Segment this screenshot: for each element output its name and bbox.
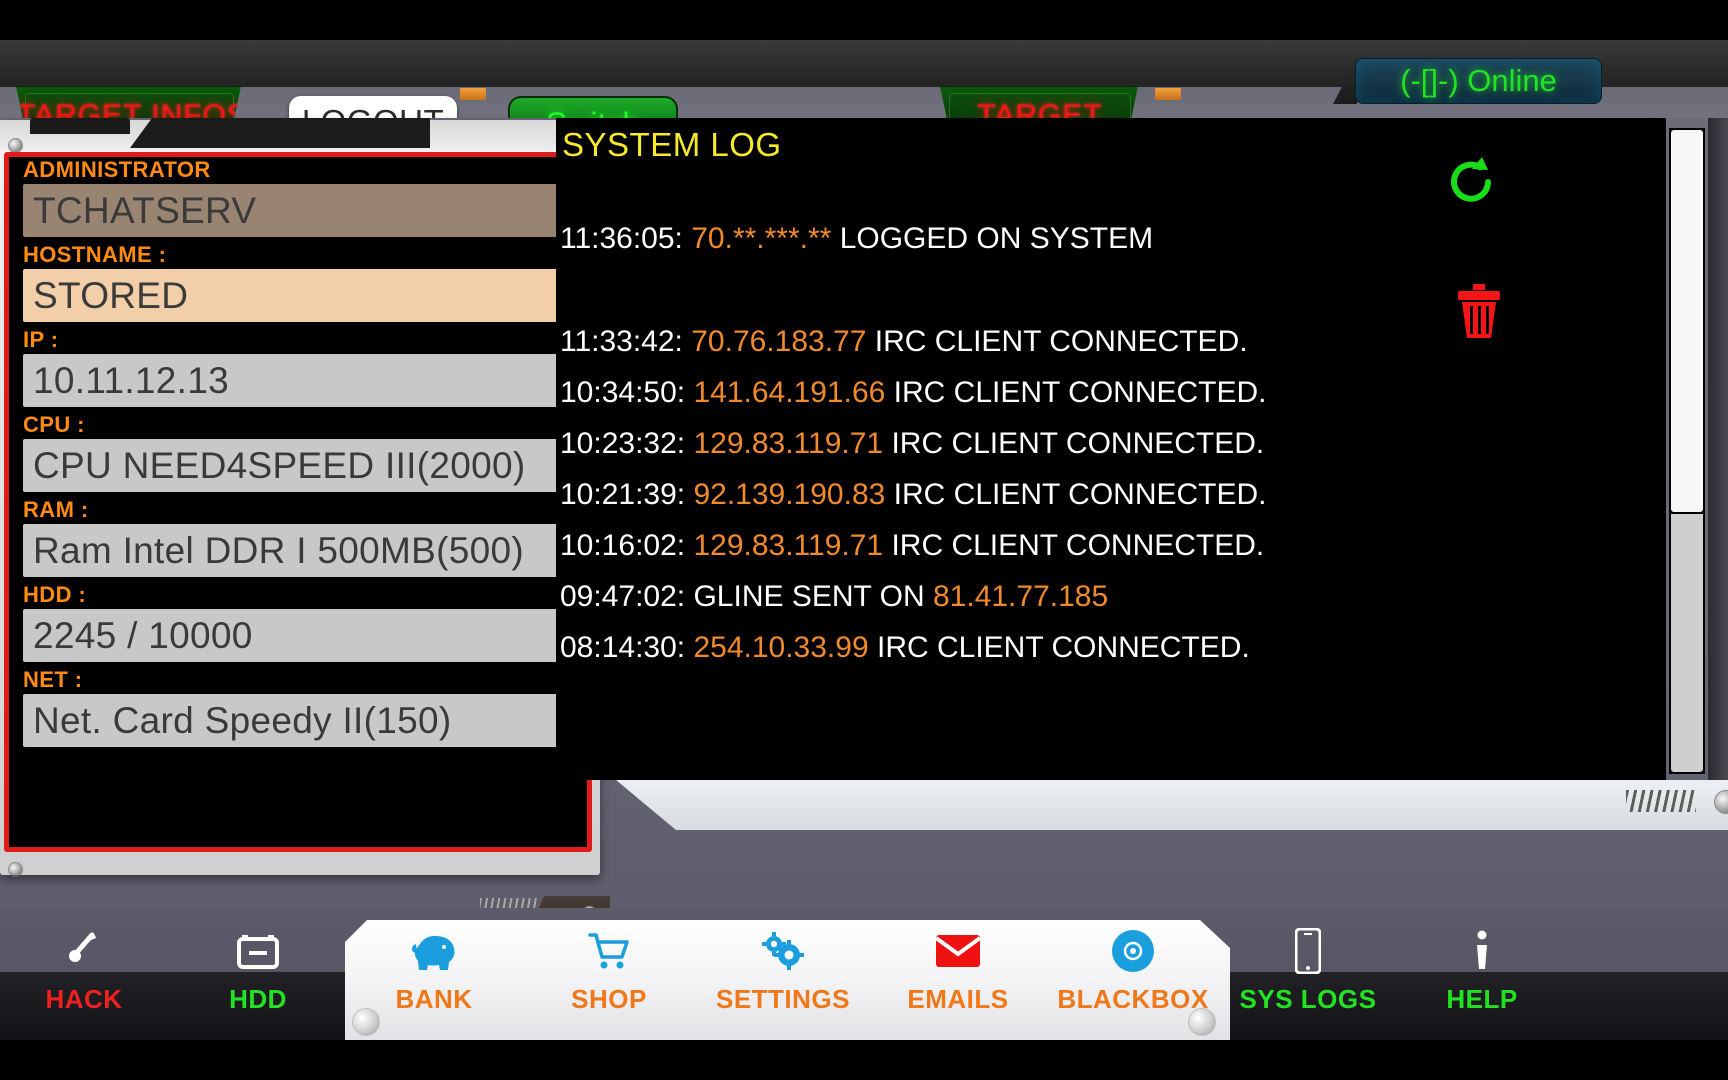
envelope-icon	[878, 928, 1038, 974]
target-info-value[interactable]: CPU NEED4SPEED III(2000)	[23, 439, 573, 492]
log-entry-message: IRC CLIENT CONNECTED.	[893, 478, 1267, 511]
log-entry-time: 11:33:42:	[560, 325, 683, 358]
target-info-value[interactable]: TCHATSERV	[23, 184, 573, 237]
nav-item-label: BLACKBOX	[1057, 984, 1209, 1014]
log-entry-message: IRC CLIENT CONNECTED.	[891, 427, 1265, 460]
rail-nub	[460, 88, 486, 100]
log-entry: 10:34:50: 141.64.191.66 IRC CLIENT CONNE…	[560, 367, 1560, 418]
nav-item-label: SETTINGS	[715, 984, 850, 1014]
nav-item-label: HACK	[45, 984, 123, 1014]
target-info-label: ADMINISTRATOR	[23, 157, 211, 182]
nav-item-blackbox[interactable]: BLACKBOX	[1053, 928, 1213, 1015]
target-info-label: HOSTNAME :	[23, 242, 167, 267]
nav-item-label: SYS LOGS	[1239, 984, 1377, 1014]
wrench-icon	[4, 928, 164, 974]
log-entry-message: IRC CLIENT CONNECTED.	[876, 631, 1250, 664]
log-entry-message: IRC CLIENT CONNECTED.	[893, 376, 1267, 409]
device-screw	[8, 862, 23, 877]
nav-item-label: SHOP	[571, 984, 647, 1014]
phone-icon	[1228, 928, 1388, 974]
device-angle-trim	[130, 118, 430, 148]
nav-item-label: HELP	[1446, 984, 1518, 1014]
log-entry-ip: 141.64.191.66	[693, 376, 886, 409]
drive-icon	[178, 928, 338, 974]
trash-icon[interactable]	[1456, 283, 1502, 341]
log-entry-time: 10:21:39:	[560, 478, 686, 511]
system-log-entries: 11:36:05: 70.**.***.** LOGGED ON SYSTEM 1…	[560, 213, 1560, 673]
target-info-value[interactable]: Net. Card Speedy II(150)	[23, 694, 573, 747]
log-entry-ip: 129.83.119.71	[693, 427, 884, 460]
log-panel-vent	[1626, 790, 1696, 812]
log-panel-right-edge	[1708, 118, 1728, 808]
online-status-badge[interactable]: (-[]-) Online	[1355, 58, 1602, 104]
disc-icon	[1053, 928, 1213, 974]
log-entry-time: 10:23:32:	[560, 427, 686, 460]
top-toolbar: TARGET INFOS LOGOUT Switch TARGET (-[]-)…	[0, 40, 1728, 152]
log-panel-bottom-chrome	[556, 780, 1728, 830]
log-entry-ip: 92.139.190.83	[693, 478, 886, 511]
log-entry: 11:33:42: 70.76.183.77 IRC CLIENT CONNEC…	[560, 316, 1560, 367]
log-entry-message: LOGGED ON SYSTEM	[839, 222, 1154, 255]
nav-item-hack[interactable]: HACK	[4, 928, 164, 1015]
nav-item-emails[interactable]: EMAILS	[878, 928, 1038, 1015]
nav-item-settings[interactable]: SETTINGS	[703, 928, 863, 1015]
screen-letterbox-top	[0, 0, 1728, 40]
target-info-value[interactable]: Ram Intel DDR I 500MB(500)	[23, 524, 573, 577]
log-entry: 09:47:02: GLINE SENT ON 81.41.77.185	[560, 571, 1560, 622]
target-info-value[interactable]: STORED	[23, 269, 573, 322]
system-log-scrollbar-thumb[interactable]	[1671, 130, 1703, 512]
target-info-card: ADMINISTRATOR TCHATSERV HOSTNAME : STORED IP…	[4, 152, 592, 852]
cart-icon	[529, 928, 689, 974]
log-entry-message: IRC CLIENT CONNECTED.	[891, 529, 1265, 562]
system-log-panel: SYSTEM LOG 11:36:05: 70.**.***.** LOGGED…	[556, 118, 1728, 908]
nav-item-label: EMAILS	[907, 984, 1009, 1014]
nav-item-label: BANK	[395, 984, 473, 1014]
nav-item-label: HDD	[229, 984, 287, 1014]
bottom-toolbar: HACK HDD BANK SHOP SETTINGS EMAILS BLACKBOX SYS…	[0, 908, 1728, 1055]
online-status-label: (-[]-) Online	[1400, 63, 1557, 98]
log-entry: 10:21:39: 92.139.190.83 IRC CLIENT CONNE…	[560, 469, 1560, 520]
log-entry-time: 10:16:02:	[560, 529, 686, 562]
log-entry: 10:16:02: 129.83.119.71 IRC CLIENT CONNE…	[560, 520, 1560, 571]
gears-icon	[703, 928, 863, 974]
target-info-label: NET :	[23, 667, 83, 692]
target-info-label: CPU :	[23, 412, 85, 437]
log-entry: 10:23:32: 129.83.119.71 IRC CLIENT CONNE…	[560, 418, 1560, 469]
target-info-label: HDD :	[23, 582, 87, 607]
log-entry: 08:14:30: 254.10.33.99 IRC CLIENT CONNEC…	[560, 622, 1560, 673]
nav-item-hdd[interactable]: HDD	[178, 928, 338, 1015]
system-log-screen: SYSTEM LOG 11:36:05: 70.**.***.** LOGGED…	[556, 118, 1705, 780]
nav-item-help[interactable]: HELP	[1402, 928, 1562, 1015]
log-entry-message: GLINE SENT ON	[693, 580, 925, 613]
piggybank-icon	[354, 928, 514, 974]
log-entry-time: 10:34:50:	[560, 376, 686, 409]
nav-item-bank[interactable]: BANK	[354, 928, 514, 1015]
log-entry-ip: 129.83.119.71	[693, 529, 884, 562]
device-screw	[8, 138, 23, 153]
target-info-value[interactable]: 10.11.12.13	[23, 354, 573, 407]
system-log-scrollbar-lower[interactable]	[1671, 514, 1703, 772]
log-entry-ip: 254.10.33.99	[693, 631, 869, 664]
refresh-icon[interactable]	[1442, 153, 1500, 211]
rail-nub	[1155, 88, 1181, 100]
nav-item-shop[interactable]: SHOP	[529, 928, 689, 1015]
device-tab-dark	[30, 118, 130, 134]
target-info-value[interactable]: 2245 / 10000	[23, 609, 573, 662]
app-root: TARGET INFOS LOGOUT Switch TARGET (-[]-)…	[0, 0, 1728, 1080]
log-entry-ip: 81.41.77.185	[932, 580, 1109, 613]
log-entry-ip: 70.**.***.**	[691, 222, 832, 255]
screen-letterbox-bottom	[0, 1040, 1728, 1080]
info-icon	[1402, 928, 1562, 974]
nav-item-sys-logs[interactable]: SYS LOGS	[1228, 928, 1388, 1015]
target-info-label: IP :	[23, 327, 59, 352]
log-entry: 11:36:05: 70.**.***.** LOGGED ON SYSTEM	[560, 213, 1560, 264]
log-entry-ip: 70.76.183.77	[691, 325, 867, 358]
system-log-title: SYSTEM LOG	[562, 126, 782, 163]
log-entry-time: 09:47:02:	[560, 580, 686, 613]
target-info-label: RAM :	[23, 497, 89, 522]
log-entry-message: IRC CLIENT CONNECTED.	[874, 325, 1248, 358]
log-entry-time: 08:14:30:	[560, 631, 686, 664]
log-entry-time: 11:36:05:	[560, 222, 683, 255]
